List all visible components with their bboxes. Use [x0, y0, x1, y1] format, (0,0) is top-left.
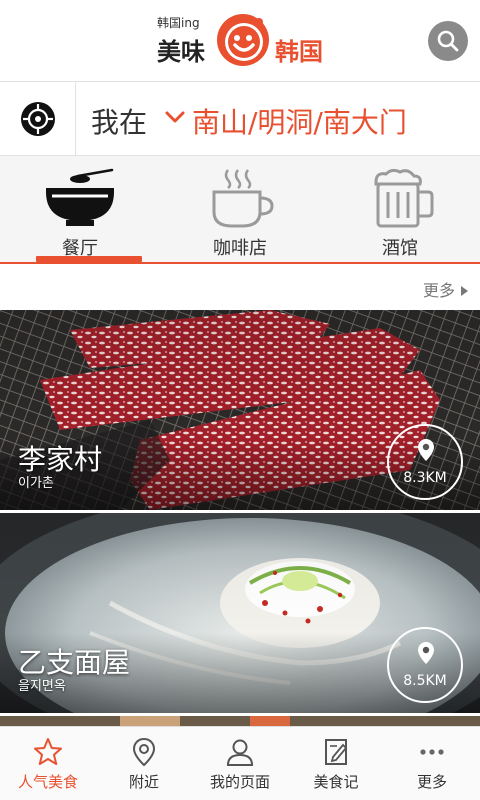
locate-button[interactable]: [0, 82, 76, 155]
nav-label: 人气美食: [17, 773, 78, 791]
nav-nearby[interactable]: 附近: [96, 727, 192, 800]
location-pin-icon: [418, 642, 434, 664]
smiley-face-icon: [217, 14, 269, 66]
location-pin-icon: [418, 439, 434, 461]
more-dots-icon: [420, 749, 444, 755]
restaurant-card[interactable]: 李家村 이가촌 8.3KM: [0, 310, 480, 510]
tab-pub[interactable]: 酒馆: [320, 156, 480, 262]
location-label: 我在: [91, 106, 148, 139]
notes-icon: [325, 739, 348, 765]
restaurant-card[interactable]: [0, 716, 480, 726]
bowl-icon: [46, 168, 114, 226]
restaurant-card[interactable]: 乙支面屋 을지면옥 8.5KM: [0, 513, 480, 713]
triangle-right-icon: [461, 285, 468, 296]
app-logo: 韩国ing 美味 韩国: [157, 10, 327, 72]
distance-badge[interactable]: 8.3KM: [387, 424, 463, 500]
person-icon: [226, 739, 254, 766]
tab-restaurant[interactable]: 餐厅: [0, 156, 160, 262]
search-button[interactable]: [428, 21, 468, 61]
logo-main-text: 美味: [157, 38, 205, 66]
bottom-navigation: 人气美食 附近 我的页面 美食记 更多: [0, 726, 480, 800]
location-pin-icon: [132, 737, 156, 767]
more-link[interactable]: 更多: [423, 277, 468, 301]
nav-label: 我的页面: [209, 773, 270, 791]
more-link-label: 更多: [422, 281, 455, 300]
nav-label: 更多: [416, 773, 447, 791]
tab-label: 咖啡店: [213, 238, 267, 259]
logo-small-text: 韩国ing: [157, 16, 200, 30]
app-header: 韩国ing 美味 韩国: [0, 0, 480, 82]
gps-target-icon: [20, 101, 55, 136]
nav-label: 附近: [128, 773, 159, 791]
nav-food-notes[interactable]: 美食记: [288, 727, 384, 800]
star-icon: [34, 738, 62, 765]
chevron-down-icon[interactable]: [164, 106, 186, 128]
logo-accent-text: 韩国: [275, 38, 323, 66]
restaurant-photo: [0, 716, 480, 726]
nav-popular[interactable]: 人气美食: [0, 727, 96, 800]
nav-more[interactable]: 更多: [384, 727, 480, 800]
location-bar[interactable]: 我在 南山/明洞/南大门: [0, 82, 480, 156]
category-tabs: 餐厅 咖啡店 酒馆: [0, 156, 480, 264]
beer-mug-icon: [374, 168, 434, 228]
tab-cafe[interactable]: 咖啡店: [160, 156, 320, 262]
restaurant-korean-name: 을지면옥: [18, 679, 66, 694]
distance-text: 8.3KM: [403, 470, 447, 486]
distance-text: 8.5KM: [403, 673, 447, 689]
tab-label: 酒馆: [382, 238, 418, 259]
search-icon: [437, 30, 459, 52]
nav-my-page[interactable]: 我的页面: [192, 727, 288, 800]
more-row: 更多: [0, 266, 480, 310]
restaurant-korean-name: 이가촌: [18, 476, 54, 491]
active-tab-indicator: [36, 256, 142, 262]
nav-label: 美食记: [313, 773, 359, 791]
distance-badge[interactable]: 8.5KM: [387, 627, 463, 703]
coffee-cup-icon: [212, 169, 274, 228]
location-value[interactable]: 南山/明洞/南大门: [192, 101, 407, 141]
